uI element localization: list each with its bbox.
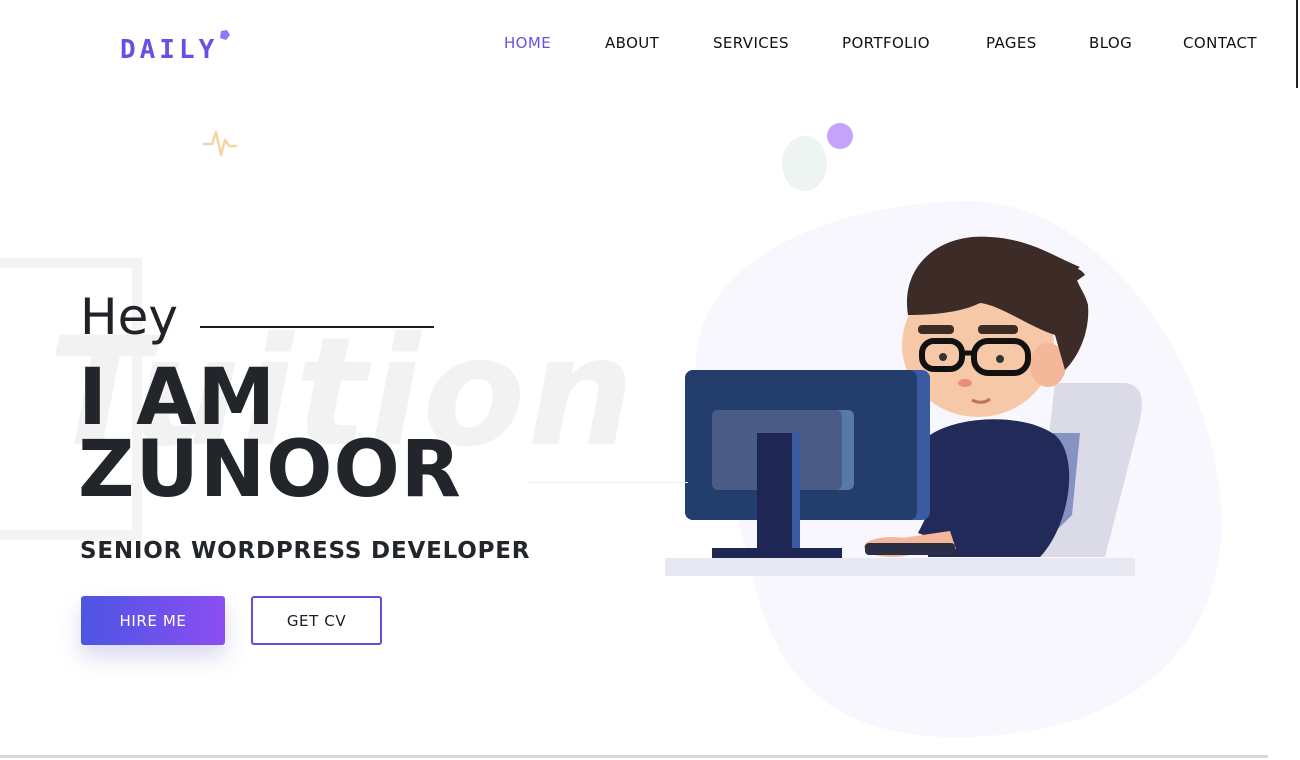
get-cv-button[interactable]: GET CV: [251, 596, 382, 645]
nose: [958, 379, 972, 387]
section-divider: [0, 755, 1268, 758]
hero-role: SENIOR WORDPRESS DEVELOPER: [80, 538, 531, 564]
hero-illustration: [665, 200, 1222, 738]
hero-name-line1: I AM: [78, 353, 277, 443]
eyebrow-right: [978, 325, 1018, 334]
keyboard: [865, 543, 955, 555]
hero-name: I AM ZUNOOR: [78, 353, 462, 515]
nav-blog[interactable]: BLOG: [1089, 34, 1132, 52]
eye-right: [996, 355, 1004, 363]
monitor-stand: [757, 433, 792, 548]
eyebrow-left: [918, 325, 954, 334]
decorative-bubble: [782, 136, 827, 191]
monitor-base: [712, 548, 842, 558]
decorative-line: [528, 482, 688, 483]
nav-portfolio[interactable]: PORTFOLIO: [842, 34, 930, 52]
main-nav: HOME ABOUT SERVICES PORTFOLIO PAGES BLOG…: [0, 34, 1300, 58]
nav-about[interactable]: ABOUT: [605, 34, 659, 52]
greeting-underline: [200, 326, 434, 328]
decorative-dot: [827, 123, 853, 149]
nav-contact[interactable]: CONTACT: [1183, 34, 1257, 52]
monitor-stand-shadow: [792, 433, 800, 548]
hero-name-line2: ZUNOOR: [78, 425, 462, 515]
hire-me-button[interactable]: HIRE ME: [81, 596, 225, 645]
heartbeat-pulse-icon: [203, 130, 237, 157]
eye-left: [939, 353, 947, 361]
nav-pages[interactable]: PAGES: [986, 34, 1037, 52]
scrollbar-track[interactable]: [1296, 0, 1298, 88]
desk: [665, 558, 1135, 576]
hero-greeting: Hey: [80, 288, 178, 346]
nav-home[interactable]: HOME: [504, 34, 551, 52]
nav-services[interactable]: SERVICES: [713, 34, 789, 52]
